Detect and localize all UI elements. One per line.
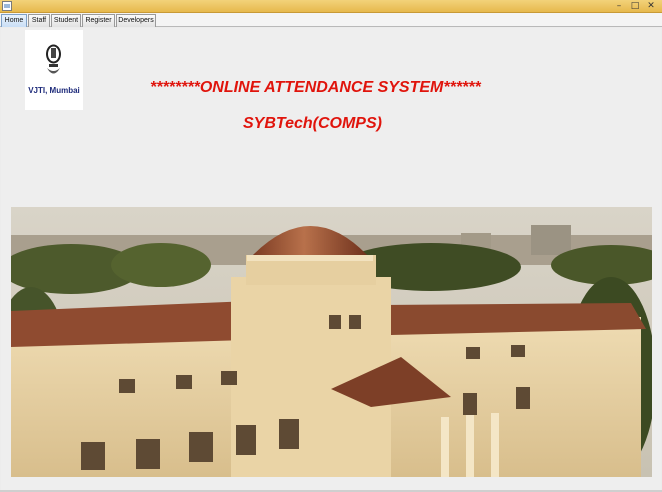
campus-building-image — [11, 207, 652, 477]
tab-developers[interactable]: Developers — [116, 14, 156, 27]
tab-student[interactable]: Student — [51, 14, 81, 27]
maximize-button[interactable]: □ — [628, 0, 642, 12]
page-title: ********ONLINE ATTENDANCE SYSTEM****** — [150, 79, 481, 96]
campus-building-photo — [11, 207, 652, 477]
college-seal-icon — [46, 44, 61, 74]
tab-bar: Home Staff Student Register Developers — [0, 13, 662, 27]
tab-home[interactable]: Home — [1, 14, 27, 27]
tab-staff[interactable]: Staff — [28, 14, 50, 27]
app-icon — [2, 1, 12, 11]
tab-register[interactable]: Register — [82, 14, 115, 27]
college-name: VJTI, Mumbai — [28, 86, 80, 95]
college-logo: VJTI, Mumbai — [25, 30, 83, 110]
window-title-bar: – □ ✕ — [0, 0, 662, 13]
close-button[interactable]: ✕ — [644, 0, 658, 12]
page-subtitle: SYBTech(COMPS) — [243, 115, 382, 132]
minimize-button[interactable]: – — [612, 0, 626, 12]
